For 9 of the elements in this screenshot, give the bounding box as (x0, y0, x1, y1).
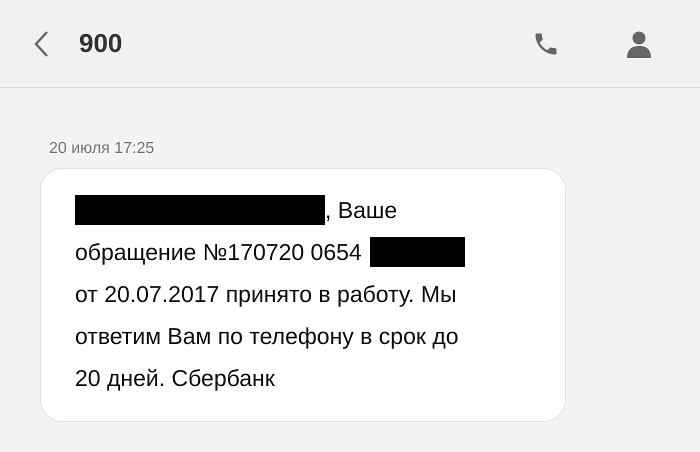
message-text: , Ваше (325, 196, 398, 224)
contact-title: 900 (79, 28, 122, 59)
contact-icon[interactable] (626, 30, 652, 58)
message-date: 20 июля 17:25 (49, 140, 154, 158)
message-text: ответим Вам по телефону в срок до (75, 322, 459, 350)
message-text: 20 дней. Сбербанк (75, 364, 275, 392)
message-text: от 20.07.2017 принято в работу. Мы (75, 280, 457, 308)
message-text: обращение №170720 0654 (75, 238, 362, 266)
back-icon[interactable] (33, 30, 49, 58)
